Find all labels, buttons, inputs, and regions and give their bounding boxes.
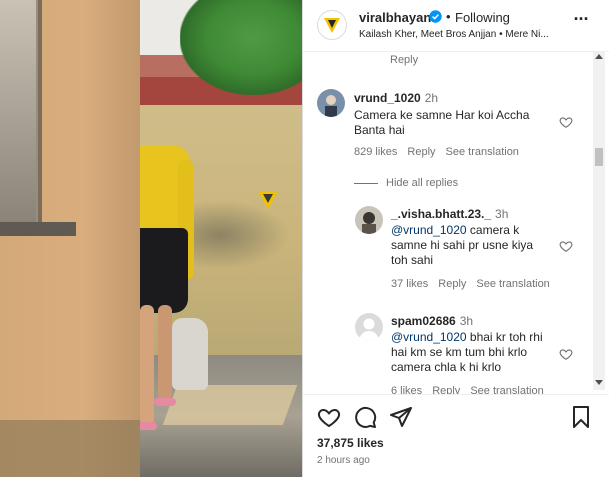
reply-username-text[interactable]: _.visha.bhatt.23._ [391,207,491,221]
wall-moss [0,420,140,477]
reply-username[interactable]: _.visha.bhatt.23._ 3h [391,207,508,221]
sun-patch [162,385,298,425]
avatar[interactable] [355,313,383,341]
following-button[interactable]: Following [455,10,510,25]
comment-likes[interactable]: 829 likes [354,146,397,158]
separator-dot: • [446,9,451,24]
reply-button[interactable]: Reply [390,54,418,66]
hide-replies-label[interactable]: Hide all replies [386,177,458,189]
reply-text: @vrund_1020 bhai kr toh rhi hai km se km… [391,330,551,375]
watermark-logo-icon [254,185,282,213]
post-username[interactable]: viralbhayani [359,10,435,25]
post-video[interactable] [0,0,302,477]
mention-link[interactable]: @vrund_1020 [391,223,467,237]
comments-scrollbar[interactable] [593,52,605,390]
verified-badge-icon [429,10,442,23]
divider [354,182,378,184]
heart-icon[interactable] [559,239,573,253]
see-translation-link[interactable]: See translation [476,278,549,290]
comment-text: Camera ke samne Har koi Accha Banta hai [354,108,530,137]
reply-time[interactable]: 3h [460,314,473,328]
reply-likes[interactable]: 37 likes [391,278,428,290]
post-header: viralbhayani • Following Kailash Kher, M… [303,0,609,52]
person-shorts [134,228,188,313]
reply-meta: 37 likes Reply See translation [391,278,560,290]
avatar[interactable] [317,10,347,40]
heart-icon[interactable] [559,115,573,129]
heart-icon[interactable] [559,347,573,361]
reply-time[interactable]: 3h [495,207,508,221]
sack [172,318,208,390]
reply-meta: 6 likes Reply See translation [391,385,554,394]
bookmark-icon[interactable] [569,405,593,429]
tree [180,0,302,95]
comment-username-text[interactable]: vrund_1020 [354,91,421,105]
avatar[interactable] [317,89,345,117]
reply-likes[interactable]: 6 likes [391,385,422,394]
person-shoe [137,422,157,430]
reply-button[interactable]: Reply [407,146,435,158]
see-translation-link[interactable]: See translation [470,385,543,394]
comment-meta: 829 likes Reply See translation [354,146,529,158]
reply-text: @vrund_1020 camera k samne hi sahi pr us… [391,223,551,268]
brand-logo-icon [324,18,340,33]
see-translation-link[interactable]: See translation [446,146,519,158]
person-leg [158,305,172,400]
comment-username[interactable]: vrund_1020 2h [354,91,438,105]
reply-button[interactable]: Reply [438,278,466,290]
comments-list: Reply vrund_1020 2h Camera ke samne Har k… [303,52,609,394]
comment-icon[interactable] [353,405,377,429]
window-sill [0,222,76,236]
audio-attribution[interactable]: Kailash Kher, Meet Bros Anjjan • Mere Ni… [359,29,565,40]
reply-username-text[interactable]: spam02686 [391,314,456,328]
more-options-icon[interactable]: ··· [571,10,591,32]
comment-time[interactable]: 2h [425,91,438,105]
post-actions: 37,875 likes 2 hours ago [303,394,609,477]
avatar[interactable] [355,206,383,234]
hide-replies-button[interactable]: Hide all replies [354,177,458,189]
scroll-up-arrow-icon[interactable] [595,54,603,59]
person-shoe [154,398,176,406]
scroll-down-arrow-icon[interactable] [595,380,603,385]
mention-link[interactable]: @vrund_1020 [391,330,467,344]
share-icon[interactable] [389,405,413,429]
post-side-panel: viralbhayani • Following Kailash Kher, M… [302,0,610,477]
heart-icon[interactable] [317,405,341,429]
like-count[interactable]: 37,875 likes [317,436,384,450]
scrollbar-thumb[interactable] [595,148,603,166]
person-leg [140,305,154,425]
post-timestamp[interactable]: 2 hours ago [317,455,370,466]
reply-username[interactable]: spam02686 3h [391,314,473,328]
window [0,0,42,235]
reply-button[interactable]: Reply [432,385,460,394]
